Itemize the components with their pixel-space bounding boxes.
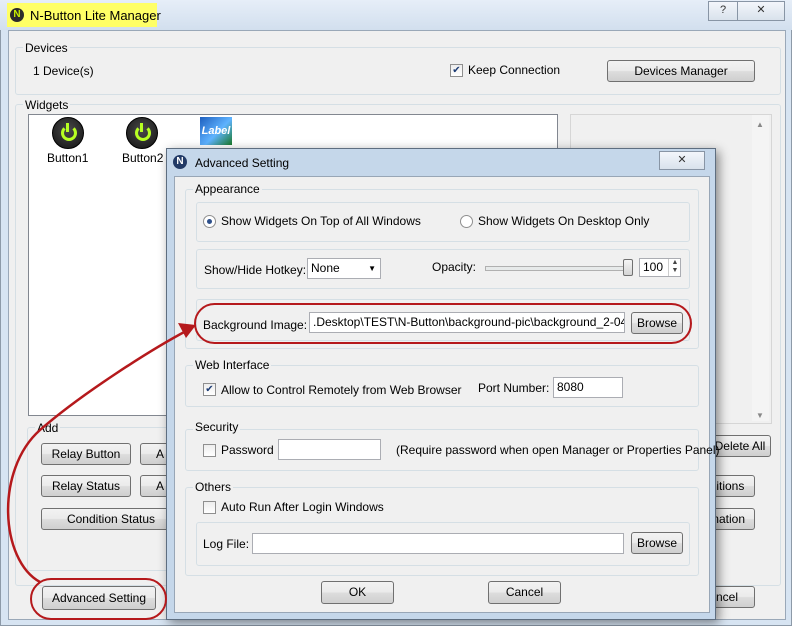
arrow-head-icon <box>178 323 196 338</box>
arrow-curve <box>6 328 189 584</box>
annotation-arrow <box>6 323 196 584</box>
